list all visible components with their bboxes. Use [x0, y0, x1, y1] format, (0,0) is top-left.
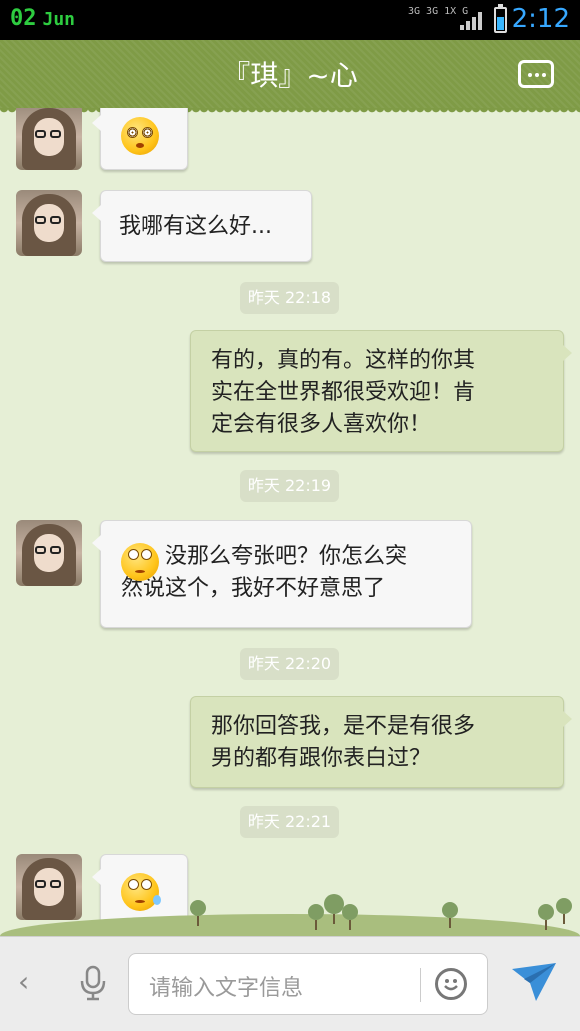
- status-date-month: Jun: [42, 9, 76, 30]
- status-date-day: 02: [10, 6, 37, 31]
- message-bubble[interactable]: 有的，真的有。这样的你其 实在全世界都很受欢迎！肯 定会有很多人喜欢你！: [190, 330, 572, 452]
- rolling-eyes-emoji: [121, 543, 159, 581]
- more-menu-icon[interactable]: [518, 60, 554, 88]
- message-timestamp: 昨天 22:18: [240, 282, 339, 314]
- message-bubble[interactable]: 我哪有这么好...: [92, 190, 312, 262]
- message-bubble[interactable]: 没那么夸张吧？你怎么突 然说这个，我好不好意思了: [92, 520, 472, 628]
- message-input-placeholder: 请输入文字信息: [149, 976, 304, 1001]
- message-text-line: 那你回答我，是不是有很多: [211, 714, 476, 739]
- microphone-icon[interactable]: [78, 965, 108, 1001]
- dizzy-face-emoji: [121, 117, 159, 155]
- message-text-line: 定会有很多人喜欢你！: [211, 412, 432, 437]
- status-time: 2:12: [511, 4, 570, 34]
- contact-avatar[interactable]: [16, 520, 82, 586]
- message-timestamp: 昨天 22:21: [240, 806, 339, 838]
- message-timestamp: 昨天 22:19: [240, 470, 339, 502]
- contact-avatar[interactable]: [16, 190, 82, 256]
- message-text-line: 然说这个，我好不好意思了: [121, 576, 386, 601]
- message-timestamp: 昨天 22:20: [240, 648, 339, 680]
- contact-name: 『琪』~心: [222, 59, 358, 92]
- message-list[interactable]: 我哪有这么好... 昨天 22:18 有的，真的有。这样的你其 实在全世界都很受…: [0, 108, 580, 936]
- background-landscape: [0, 890, 580, 936]
- contact-avatar[interactable]: [16, 108, 82, 170]
- chat-header: 『琪』~心: [0, 40, 580, 114]
- message-text-line: 没那么夸张吧？你怎么突: [165, 544, 408, 569]
- message-text: 我哪有这么好...: [119, 214, 272, 239]
- input-bar: ‹ 请输入文字信息: [0, 936, 580, 1031]
- send-icon[interactable]: [510, 961, 558, 1003]
- message-bubble[interactable]: 那你回答我，是不是有很多 男的都有跟你表白过？: [190, 696, 572, 788]
- back-chevron-icon[interactable]: ‹: [18, 965, 29, 998]
- message-input[interactable]: 请输入文字信息: [128, 953, 488, 1015]
- message-text-line: 男的都有跟你表白过？: [211, 746, 432, 771]
- smiley-icon[interactable]: [435, 968, 467, 1000]
- message-text-line: 实在全世界都很受欢迎！肯: [211, 380, 476, 405]
- battery-icon: [494, 4, 507, 33]
- message-bubble[interactable]: [92, 108, 188, 170]
- status-bar: 02 Jun 3G 3G 1X G 2:12: [0, 0, 580, 40]
- status-date: 02 Jun: [10, 6, 75, 31]
- signal-icon: [460, 12, 484, 30]
- message-text-line: 有的，真的有。这样的你其: [211, 348, 476, 373]
